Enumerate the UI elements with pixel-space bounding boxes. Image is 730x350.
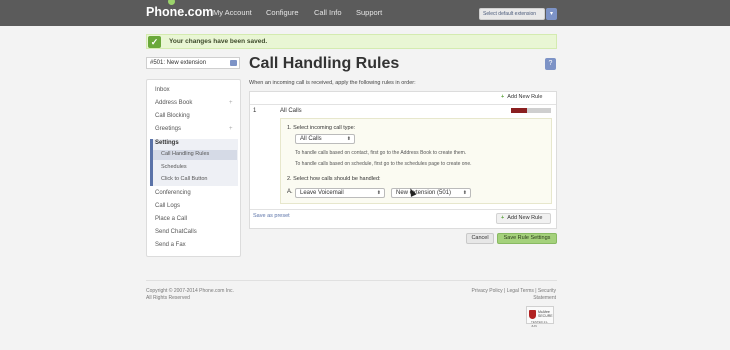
- footer-divider: [146, 280, 557, 281]
- success-banner: ✓ Your changes have been saved.: [146, 34, 557, 49]
- save-rule-settings-button[interactable]: Save Rule Settings: [497, 233, 557, 244]
- rights-line: All Rights Reserved: [146, 295, 190, 301]
- nav-support[interactable]: Support: [356, 8, 382, 17]
- action-letter: A.: [287, 189, 293, 195]
- help-icon[interactable]: ?: [545, 58, 556, 70]
- chevron-down-icon: ⬍: [462, 190, 467, 196]
- sidebar-item-call-logs[interactable]: Call Logs: [155, 203, 180, 209]
- contact-hint: To handle calls based on contact, first …: [295, 150, 467, 156]
- action-select[interactable]: Leave Voicemail ⬍: [295, 188, 385, 198]
- call-type-value: All Calls: [300, 136, 322, 142]
- sidebar-item-send-a-fax[interactable]: Send a Fax: [155, 242, 186, 248]
- save-as-preset-link[interactable]: Save as preset: [253, 213, 290, 219]
- rule-editor: 1. Select incoming call type: All Calls …: [280, 118, 552, 204]
- sidebar-item-inbox[interactable]: Inbox: [155, 87, 170, 93]
- extension-go-button[interactable]: ▾: [546, 8, 557, 20]
- footer-links[interactable]: Privacy Policy | Legal Terms | Security …: [450, 288, 556, 302]
- plus-icon: +: [501, 94, 505, 100]
- step1-label: 1. Select incoming call type:: [287, 125, 356, 131]
- extension-dropdown[interactable]: #501: New extension: [146, 57, 240, 69]
- sidebar: Inbox Address Book + Call Blocking Greet…: [146, 79, 241, 257]
- step2-label: 2. Select how calls should be handled:: [287, 176, 381, 182]
- nav-configure[interactable]: Configure: [266, 8, 299, 17]
- phone-com-logo[interactable]: Phone.com: [146, 0, 214, 19]
- schedule-hint: To handle calls based on schedule, first…: [295, 161, 472, 167]
- delete-icon[interactable]: [511, 108, 527, 113]
- mcafee-secure-badge[interactable]: McAfee SECURE TESTED 21-JUN: [526, 306, 554, 328]
- add-new-rule-label: Add New Rule: [507, 215, 543, 221]
- cancel-button[interactable]: Cancel: [466, 233, 494, 244]
- add-new-rule-button[interactable]: + Add New Rule: [496, 213, 551, 224]
- rule-number: 1: [253, 108, 257, 114]
- default-extension-select[interactable]: Select default extension: [479, 8, 545, 20]
- sidebar-item-click-to-call[interactable]: Click to Call Button: [161, 176, 207, 182]
- add-new-rule-label: Add New Rule: [507, 94, 543, 100]
- sidebar-item-call-handling-rules[interactable]: Call Handling Rules: [161, 151, 209, 157]
- banner-message: Your changes have been saved.: [169, 38, 268, 45]
- sidebar-item-place-a-call[interactable]: Place a Call: [155, 216, 187, 222]
- logo-text: Phone.com: [146, 5, 214, 19]
- divider: [250, 104, 556, 105]
- sidebar-item-call-blocking[interactable]: Call Blocking: [155, 113, 190, 119]
- chevron-down-icon: ⬍: [376, 190, 381, 196]
- sidebar-item-conferencing[interactable]: Conferencing: [155, 190, 191, 196]
- extension-target-value: New extension (501): [396, 190, 452, 196]
- expand-plus-icon[interactable]: +: [229, 126, 233, 132]
- add-new-rule-link-top[interactable]: + Add New Rule: [501, 94, 542, 100]
- mcafee-label: McAfee SECURE: [538, 310, 553, 318]
- chevron-down-icon: ⬍: [346, 136, 351, 142]
- divider: [250, 209, 556, 210]
- mcafee-date: TESTED 21-JUN: [531, 320, 549, 328]
- rule-name: All Calls: [280, 108, 302, 114]
- page-title: Call Handling Rules: [249, 55, 400, 72]
- nav-call-info[interactable]: Call Info: [314, 8, 342, 17]
- sidebar-item-address-book[interactable]: Address Book: [155, 100, 192, 106]
- checkmark-icon: ✓: [148, 36, 161, 48]
- chevron-down-icon: [230, 60, 237, 66]
- extension-target-select[interactable]: New extension (501) ⬍: [391, 188, 471, 198]
- top-nav-bar: Phone.com My Account Configure Call Info…: [0, 0, 730, 26]
- rule-action-icons[interactable]: [511, 108, 551, 113]
- plus-icon: +: [501, 215, 505, 221]
- copyright-text: Copyright © 2007-2014 Phone.com Inc. All…: [146, 288, 234, 302]
- intro-text: When an incoming call is received, apply…: [249, 80, 416, 86]
- extension-dropdown-label: #501: New extension: [150, 60, 207, 66]
- shield-icon: [529, 310, 536, 319]
- sidebar-item-greetings[interactable]: Greetings: [155, 126, 181, 132]
- sidebar-item-settings[interactable]: Settings: [155, 140, 179, 146]
- sidebar-item-send-chatcalls[interactable]: Send ChatCalls: [155, 229, 197, 235]
- expand-plus-icon[interactable]: +: [229, 100, 233, 106]
- rules-panel: + Add New Rule 1 All Calls 1. Select inco…: [249, 91, 557, 229]
- call-type-select[interactable]: All Calls ⬍: [295, 134, 355, 144]
- copyright-line: Copyright © 2007-2014 Phone.com Inc.: [146, 288, 234, 294]
- sidebar-item-schedules[interactable]: Schedules: [161, 164, 187, 170]
- action-value: Leave Voicemail: [300, 190, 344, 196]
- nav-my-account[interactable]: My Account: [213, 8, 252, 17]
